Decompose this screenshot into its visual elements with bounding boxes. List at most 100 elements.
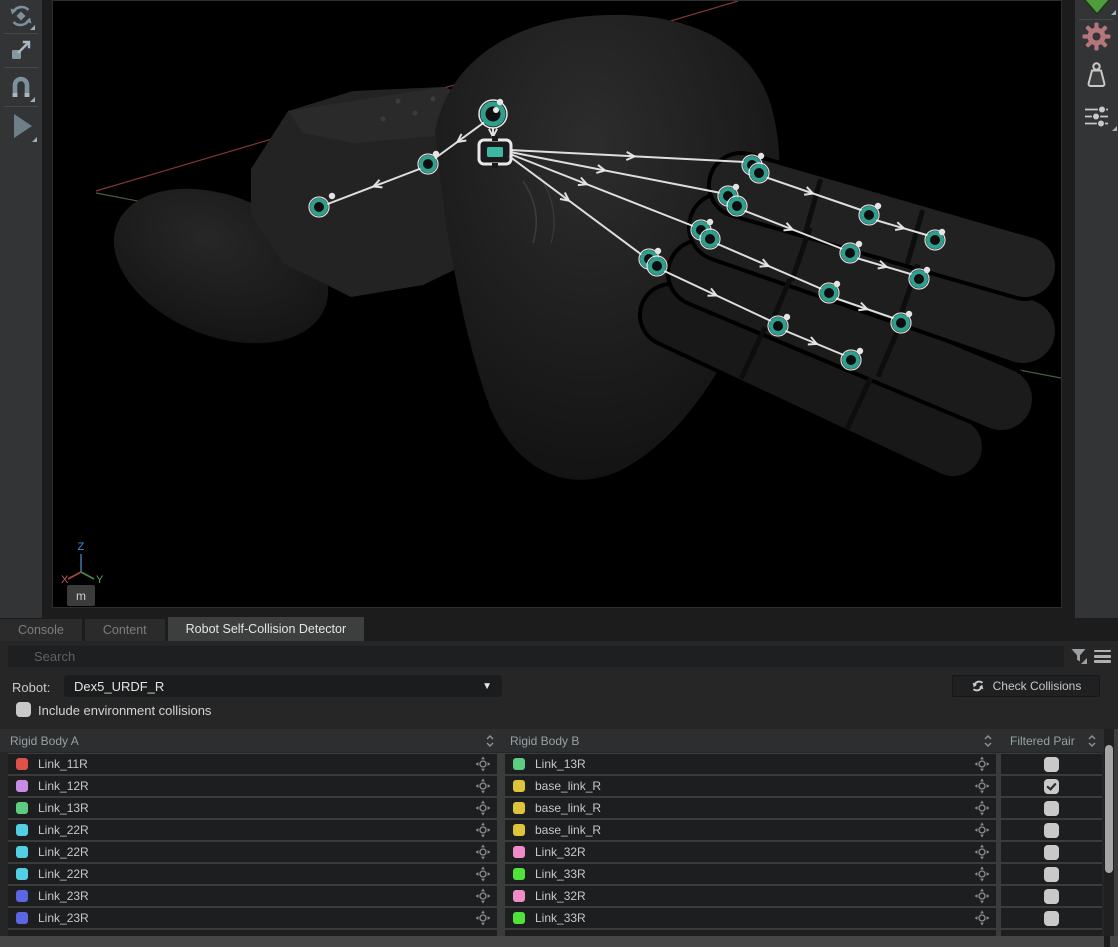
table-row[interactable]: Link_23R Link_32R [8,886,1102,906]
rigid-body-b-name: Link_13R [535,757,586,771]
robot-dropdown[interactable]: Dex5_URDF_R ▼ [64,675,502,697]
filter-icon[interactable] [1070,648,1088,665]
filtered-pair-checkbox[interactable] [1044,867,1059,882]
check-collisions-button[interactable]: Check Collisions [952,675,1100,697]
rigid-body-b-cell[interactable]: Link_13R [505,754,996,774]
sort-icon-b[interactable] [982,733,994,754]
tab-console[interactable]: Console [0,619,82,641]
focus-crosshair-icon[interactable] [974,822,990,838]
filtered-pair-cell[interactable] [1001,754,1102,774]
rigid-body-b-cell[interactable]: base_link_R [505,776,996,796]
sort-icon-filtered[interactable] [1086,733,1098,754]
rigid-body-b-name: Link_32R [535,845,586,859]
mass-weight-icon[interactable] [1084,62,1109,95]
focus-crosshair-icon[interactable] [475,866,491,882]
filtered-pair-cell[interactable] [1001,842,1102,862]
focus-crosshair-icon[interactable] [475,844,491,860]
table-header: Rigid Body A Rigid Body B Filtered Pair [0,729,1104,752]
rigid-body-a-cell[interactable]: Link_23R [8,908,497,928]
filtered-pair-checkbox[interactable] [1044,801,1059,816]
settings-gear-icon[interactable] [1082,22,1111,56]
rigid-body-a-cell[interactable]: Link_22R [8,864,497,884]
filtered-pair-checkbox[interactable] [1044,779,1059,794]
rigid-body-b-cell[interactable]: Link_33R [505,864,996,884]
focus-crosshair-icon[interactable] [475,800,491,816]
rigid-body-a-cell[interactable]: Link_22R [8,820,497,840]
filtered-pair-cell[interactable] [1001,908,1102,928]
filtered-pair-cell[interactable] [1001,776,1102,796]
focus-crosshair-icon[interactable] [475,822,491,838]
focus-crosshair-icon[interactable] [475,778,491,794]
sort-icon-a[interactable] [484,733,496,754]
rigid-body-a-cell[interactable]: Link_12R [8,776,497,796]
filtered-pair-checkbox[interactable] [1044,823,1059,838]
table-row[interactable]: Link_11R Link_13R [8,754,1102,774]
table-row[interactable]: Link_22R base_link_R [8,820,1102,840]
table-scrollbar[interactable] [1104,729,1114,936]
joint-marker[interactable] [700,229,720,249]
display-adjust-sliders-icon[interactable] [1083,105,1110,133]
viewport-3d[interactable]: Z X Y m [52,0,1062,608]
rigid-body-b-cell[interactable]: base_link_R [505,798,996,818]
rigid-body-b-cell[interactable]: Link_32R [505,886,996,906]
focus-crosshair-icon[interactable] [475,888,491,904]
filtered-pair-cell[interactable] [1001,820,1102,840]
tab-content[interactable]: Content [85,619,165,641]
filtered-pair-checkbox[interactable] [1044,911,1059,926]
focus-crosshair-icon[interactable] [974,866,990,882]
rigid-body-b-name: Link_33R [535,867,586,881]
focus-crosshair-icon[interactable] [974,844,990,860]
joint-handle-dot [655,248,661,254]
tab-robot-self-collision-detector[interactable]: Robot Self-Collision Detector [168,617,365,641]
joint-marker[interactable] [727,196,747,216]
filtered-pair-cell[interactable] [1001,798,1102,818]
focus-crosshair-icon[interactable] [475,756,491,772]
filtered-pair-checkbox[interactable] [1044,889,1059,904]
rigid-body-a-cell[interactable]: Link_11R [8,754,497,774]
rigid-body-a-cell[interactable]: Link_13R [8,798,497,818]
table-row[interactable]: Link_13R base_link_R [8,798,1102,818]
import-icon[interactable] [1082,0,1112,21]
focus-crosshair-icon[interactable] [475,910,491,926]
play-button-icon[interactable] [10,113,34,144]
rigid-body-b-name: base_link_R [535,779,601,793]
rigid-body-b-cell[interactable]: Link_32R [505,842,996,862]
focus-crosshair-icon[interactable] [974,910,990,926]
joint-marker[interactable] [749,163,769,183]
unit-badge: m [67,585,95,606]
joint-handle-dot [758,153,764,159]
rigid-body-a-name: Link_13R [38,801,89,815]
table-row[interactable]: Link_22R Link_32R [8,842,1102,862]
joint-handle-dot [939,229,945,235]
chevron-down-icon: ▼ [482,681,492,692]
options-menu-icon[interactable] [1094,650,1112,664]
table-scrollbar-thumb[interactable] [1105,745,1113,873]
joint-marker[interactable] [309,197,329,217]
left-toolbar [0,0,42,618]
snap-magnet-icon[interactable] [8,74,34,105]
horizontal-scrollbar[interactable] [0,936,1104,947]
focus-crosshair-icon[interactable] [974,756,990,772]
filtered-pair-cell[interactable] [1001,864,1102,884]
focus-crosshair-icon[interactable] [974,778,990,794]
table-row[interactable]: Link_22R Link_33R [8,864,1102,884]
rigid-body-b-cell[interactable]: Link_33R [505,908,996,928]
rigid-body-a-cell[interactable]: Link_23R [8,886,497,906]
filtered-pair-checkbox[interactable] [1044,757,1059,772]
focus-crosshair-icon[interactable] [974,888,990,904]
table-row[interactable]: Link_12R base_link_R [8,776,1102,796]
focus-crosshair-icon[interactable] [974,800,990,816]
scale-tool-icon[interactable] [8,37,34,68]
filtered-pair-cell[interactable] [1001,886,1102,906]
search-input[interactable] [8,646,1064,667]
body-color-chip [513,758,525,770]
include-environment-checkbox[interactable] [16,702,31,717]
articulation-root-marker[interactable] [479,136,511,168]
table-row[interactable]: Link_23R Link_33R [8,908,1102,928]
filtered-pair-checkbox[interactable] [1044,845,1059,860]
joint-marker[interactable] [647,256,667,276]
rigid-body-b-cell[interactable]: base_link_R [505,820,996,840]
rigid-body-a-cell[interactable]: Link_22R [8,842,497,862]
physics-transform-icon[interactable] [8,3,34,34]
joint-marker-wrist[interactable] [479,100,507,128]
